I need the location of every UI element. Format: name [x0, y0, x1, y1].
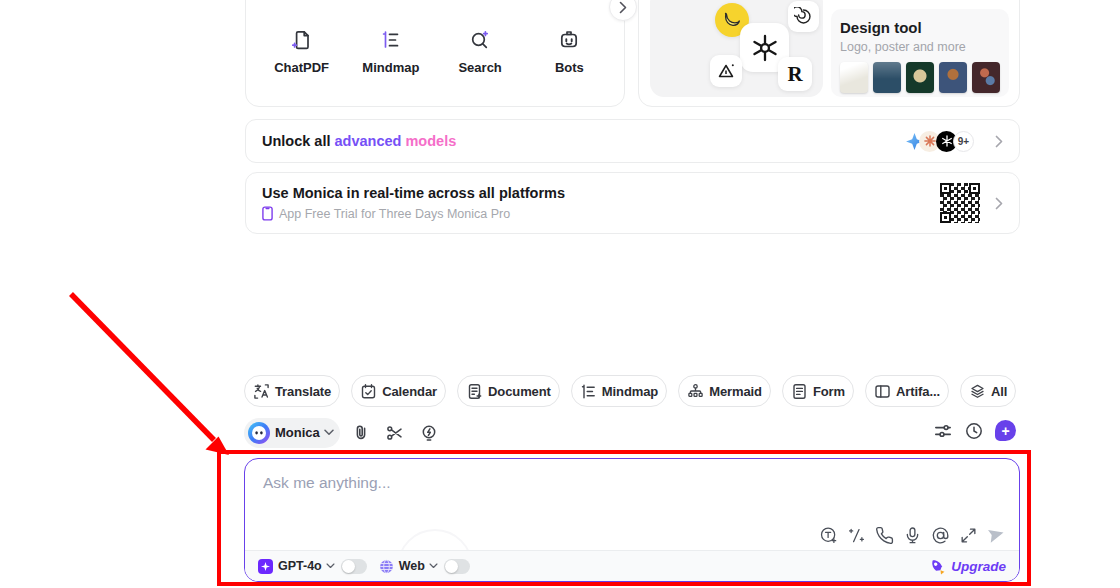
pill-mermaid-label: Mermaid — [709, 384, 762, 399]
unlock-text-models: models — [405, 133, 456, 149]
history-clock-icon[interactable] — [964, 421, 984, 441]
quick-action-button[interactable]: + — [995, 420, 1016, 441]
pill-artifacts[interactable]: Artifa... — [865, 375, 949, 407]
mermaid-icon — [687, 383, 704, 400]
chevron-right-icon — [619, 1, 627, 14]
design-thumb-5 — [972, 62, 1000, 93]
pill-translate[interactable]: Translate — [244, 375, 340, 407]
pill-translate-label: Translate — [275, 384, 331, 399]
tool-mindmap[interactable]: Mindmap — [346, 0, 435, 106]
assistant-chevron-down-icon — [324, 429, 334, 436]
search-icon — [469, 29, 491, 51]
r-logo-glyph: R — [787, 64, 802, 85]
pill-form[interactable]: Form — [782, 375, 854, 407]
design-tool-title: Design tool — [840, 19, 1000, 36]
assistant-name: Monica — [275, 425, 320, 440]
platforms-right — [939, 182, 1003, 224]
calendar-icon — [360, 383, 377, 400]
chatpdf-icon — [291, 29, 313, 51]
tool-chatpdf[interactable]: ChatPDF — [257, 0, 346, 106]
unlock-chevron-icon — [995, 135, 1003, 148]
design-tool-subtitle: Logo, poster and more — [840, 40, 1000, 54]
design-thumbnails — [840, 62, 1000, 93]
platforms-row[interactable]: Use Monica in real-time across all platf… — [245, 172, 1020, 234]
assistant-selector[interactable]: Monica — [244, 418, 340, 448]
platforms-chevron-icon — [995, 197, 1003, 210]
tool-search[interactable]: Search — [436, 0, 525, 106]
pill-all[interactable]: All — [960, 375, 1016, 407]
settings-sliders-icon[interactable] — [933, 421, 953, 441]
unlock-models-text: Unlock all advanced models — [262, 133, 456, 149]
annotation-arrow — [55, 282, 240, 467]
design-tool-panel[interactable]: Design tool Logo, poster and more — [831, 9, 1009, 97]
pill-document[interactable]: Document — [457, 375, 560, 407]
phone-icon — [262, 206, 273, 221]
tool-chatpdf-label: ChatPDF — [274, 60, 329, 75]
annotation-rectangle — [217, 450, 1031, 586]
carousel-next-button[interactable] — [609, 0, 637, 21]
platforms-title: Use Monica in real-time across all platf… — [262, 185, 565, 201]
unlock-text-advanced: advanced — [335, 133, 402, 149]
ai-apps-collage: R — [650, 0, 823, 97]
design-thumb-3 — [906, 62, 934, 93]
qr-code — [939, 182, 981, 224]
pill-mindmap-label: Mindmap — [602, 384, 658, 399]
monica-home-page: ChatPDF Mindmap Search Bots — [0, 0, 1120, 588]
attach-icon[interactable] — [351, 423, 371, 443]
pill-mindmap[interactable]: Mindmap — [571, 375, 667, 407]
unlock-text-prefix: Unlock all — [262, 133, 331, 149]
triangle-app-icon — [710, 55, 742, 87]
model-icons-group: 9+ — [905, 131, 974, 152]
monica-avatar — [247, 421, 271, 445]
pill-calendar-label: Calendar — [382, 384, 437, 399]
tool-search-label: Search — [458, 60, 501, 75]
pill-document-label: Document — [488, 384, 551, 399]
pill-calendar[interactable]: Calendar — [351, 375, 446, 407]
platforms-texts: Use Monica in real-time across all platf… — [262, 185, 565, 221]
form-icon — [791, 383, 808, 400]
brain-app-icon — [788, 1, 819, 32]
tool-pills-row: Translate Calendar Document Mindmap Merm… — [244, 375, 1016, 407]
prompt-ideas-icon[interactable] — [419, 423, 439, 443]
more-models-badge: 9+ — [953, 131, 974, 152]
pill-mermaid[interactable]: Mermaid — [678, 375, 771, 407]
assistant-row: Monica — [244, 417, 439, 448]
unlock-models-row[interactable]: Unlock all advanced models 9+ — [245, 119, 1020, 163]
assistant-actions: + — [933, 420, 1016, 441]
document-icon — [466, 383, 483, 400]
scissors-icon[interactable] — [385, 423, 405, 443]
translate-icon — [253, 383, 270, 400]
tool-bots[interactable]: Bots — [525, 0, 614, 106]
pill-artifacts-label: Artifa... — [896, 384, 940, 399]
design-thumb-1 — [840, 62, 868, 93]
design-thumb-2 — [873, 62, 901, 93]
platforms-subtitle: App Free Trial for Three Days Monica Pro — [262, 206, 565, 221]
design-tool-card[interactable]: R Design tool Logo, poster and more — [638, 0, 1020, 107]
mindmap-icon — [380, 29, 402, 51]
tool-mindmap-label: Mindmap — [362, 60, 419, 75]
all-tools-icon — [969, 383, 986, 400]
bots-icon — [558, 29, 580, 51]
design-thumb-4 — [939, 62, 967, 93]
pill-form-label: Form — [813, 384, 845, 399]
tool-bots-label: Bots — [555, 60, 584, 75]
mindmap-pill-icon — [580, 383, 597, 400]
quick-tools-card: ChatPDF Mindmap Search Bots — [245, 0, 625, 107]
platforms-subtitle-text: App Free Trial for Three Days Monica Pro — [279, 207, 510, 221]
artifacts-icon — [874, 383, 891, 400]
r-logo-app-icon: R — [778, 57, 812, 91]
pill-all-label: All — [991, 384, 1007, 399]
plus-icon: + — [1001, 424, 1009, 438]
